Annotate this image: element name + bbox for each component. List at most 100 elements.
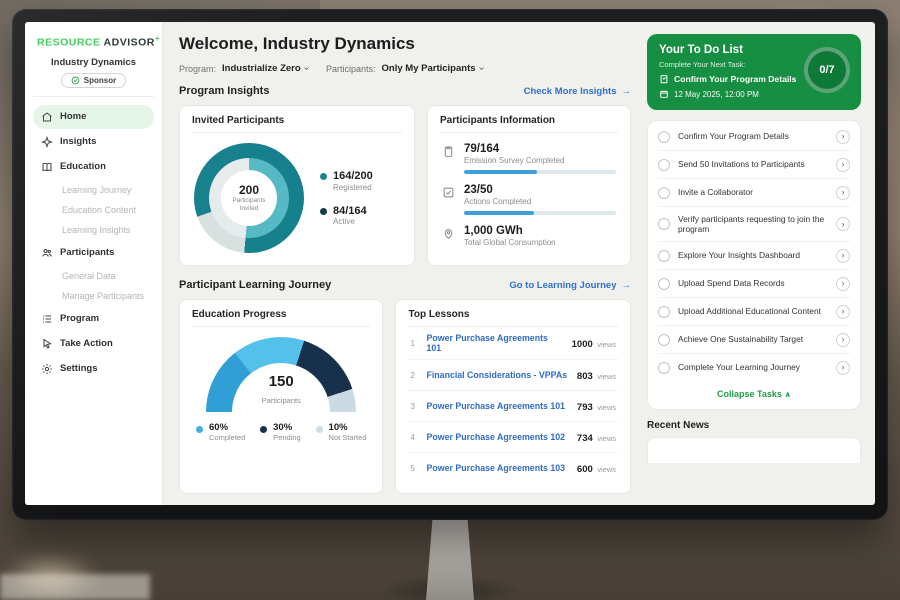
sidebar-item-settings[interactable]: Settings (33, 357, 154, 381)
lesson-link[interactable]: Power Purchase Agreements 101 (426, 333, 564, 353)
invited-donut-center: 200 Participants Invited (221, 170, 277, 226)
chevron-right-icon[interactable]: › (836, 217, 850, 231)
stat-global-consumption: 1,000 GWh Total Global Consumption (440, 215, 618, 247)
arrow-right-icon: → (622, 280, 632, 291)
sidebar-item-learning-journey[interactable]: Learning Journey (33, 180, 154, 200)
participants-select[interactable]: Only My Participants › (382, 63, 483, 74)
home-icon (41, 111, 53, 123)
todo-summary-card: Your To Do List 0/7 Complete Your Next T… (647, 34, 861, 110)
chevron-down-icon: › (301, 67, 312, 70)
sidebar-item-label: Participants (60, 247, 114, 258)
sidebar-item-program[interactable]: Program (33, 307, 154, 331)
sidebar-item-general-data[interactable]: General Data (33, 266, 154, 286)
task-checkbox[interactable] (658, 362, 670, 374)
sidebar: RESOURCE ADVISOR+ Industry Dynamics Spon… (25, 22, 163, 505)
task-row[interactable]: Achieve One Sustainability Target › (658, 326, 850, 354)
arrow-right-icon: → (622, 86, 632, 97)
calendar-icon (659, 89, 669, 99)
todo-progress-ring: 0/7 (804, 47, 850, 93)
lesson-link[interactable]: Power Purchase Agreements 103 (426, 463, 569, 473)
actions-progress-bar (464, 211, 616, 215)
lesson-link[interactable]: Power Purchase Agreements 102 (426, 432, 569, 442)
legend-item-not-started: 10% Not Started (316, 423, 367, 442)
task-checkbox[interactable] (658, 159, 670, 171)
sidebar-item-label: Settings (60, 363, 97, 374)
sidebar-item-label: Insights (60, 136, 96, 147)
task-checkbox[interactable] (658, 131, 670, 143)
sidebar-item-label: Education (60, 161, 106, 172)
lesson-link[interactable]: Financial Considerations - VPPAs (426, 370, 569, 380)
monitor-stand (426, 516, 474, 600)
chevron-right-icon[interactable]: › (836, 333, 850, 347)
pending-dot-icon (260, 426, 267, 433)
task-checkbox[interactable] (658, 218, 670, 230)
stat-actions-completed: 23/50 Actions Completed (440, 174, 618, 215)
sidebar-item-insights[interactable]: Insights (33, 130, 154, 154)
sidebar-item-manage-participants[interactable]: Manage Participants (33, 286, 154, 306)
sidebar-item-home[interactable]: Home (33, 105, 154, 129)
sponsor-check-icon (71, 76, 80, 85)
task-row[interactable]: Verify participants requesting to join t… (658, 207, 850, 242)
task-checkbox[interactable] (658, 187, 670, 199)
chevron-right-icon[interactable]: › (836, 305, 850, 319)
sidebar-item-learning-insights[interactable]: Learning Insights (33, 220, 154, 240)
lesson-row: 5 Power Purchase Agreements 103 600 view… (408, 453, 618, 483)
task-row[interactable]: Invite a Collaborator › (658, 179, 850, 207)
education-progress-card: Education Progress 150 Participants (179, 299, 383, 494)
emission-progress-bar (464, 170, 616, 174)
task-checkbox[interactable] (658, 306, 670, 318)
sidebar-item-education[interactable]: Education (33, 155, 154, 179)
task-row[interactable]: Confirm Your Program Details › (658, 123, 850, 151)
chevron-right-icon[interactable]: › (836, 361, 850, 375)
legend-item-completed: 60% Completed (196, 423, 245, 442)
invited-count-label: Participants Invited (229, 197, 269, 212)
sidebar-item-education-content[interactable]: Education Content (33, 200, 154, 220)
task-checkbox[interactable] (658, 278, 670, 290)
card-title: Participants Information (440, 115, 618, 133)
lesson-link[interactable]: Power Purchase Agreements 101 (426, 401, 569, 411)
monitor-bezel: RESOURCE ADVISOR+ Industry Dynamics Spon… (12, 9, 888, 520)
invited-donut-inner-ring: 200 Participants Invited (209, 158, 289, 238)
participants-filter-label: Participants: (326, 64, 376, 74)
checklist-icon (442, 186, 455, 199)
task-row[interactable]: Complete Your Learning Journey › (658, 354, 850, 381)
sidebar-item-label: Program (60, 313, 99, 324)
task-row[interactable]: Explore Your Insights Dashboard › (658, 242, 850, 270)
go-to-learning-journey-link[interactable]: Go to Learning Journey → (509, 280, 631, 291)
participants-information-card: Participants Information 79/164 Emission… (427, 105, 631, 266)
app-logo[interactable]: RESOURCE ADVISOR+ (31, 32, 156, 55)
sidebar-item-take-action[interactable]: Take Action (33, 332, 154, 356)
desk-object (0, 574, 150, 600)
task-row[interactable]: Upload Additional Educational Content › (658, 298, 850, 326)
chevron-up-icon: ∧ (784, 390, 791, 399)
todo-next-task[interactable]: Confirm Your Program Details (659, 74, 809, 84)
task-checkbox[interactable] (658, 250, 670, 262)
chevron-right-icon[interactable]: › (836, 158, 850, 172)
top-lessons-card: Top Lessons 1 Power Purchase Agreements … (395, 299, 631, 494)
program-select[interactable]: Industrialize Zero › (222, 63, 308, 74)
registered-dot-icon (320, 173, 327, 180)
sponsor-badge-label: Sponsor (84, 76, 116, 85)
chevron-right-icon[interactable]: › (836, 277, 850, 291)
collapse-tasks-button[interactable]: Collapse Tasks ∧ (658, 381, 850, 407)
people-icon (41, 247, 53, 259)
logo-text-secondary: ADVISOR (104, 37, 155, 49)
task-row[interactable]: Upload Spend Data Records › (658, 270, 850, 298)
chevron-right-icon[interactable]: › (836, 130, 850, 144)
chevron-right-icon[interactable]: › (836, 186, 850, 200)
program-filter-label: Program: (179, 64, 216, 74)
logo-plus: + (155, 34, 160, 43)
todo-list-card: Confirm Your Program Details › Send 50 I… (647, 120, 861, 410)
task-checkbox[interactable] (658, 334, 670, 346)
invited-count: 200 (239, 183, 259, 197)
sidebar-item-participants[interactable]: Participants (33, 241, 154, 265)
legend-item-registered: 164/200 Registered (320, 170, 373, 191)
section-title: Program Insights (179, 85, 269, 97)
check-more-insights-link[interactable]: Check More Insights → (524, 86, 631, 97)
participants-select-value: Only My Participants (382, 63, 476, 74)
filter-bar: Program: Industrialize Zero › Participan… (179, 63, 631, 74)
task-row[interactable]: Send 50 Invitations to Participants › (658, 151, 850, 179)
page-title: Welcome, Industry Dynamics (179, 34, 631, 54)
education-legend: 60% Completed 30% Pending (192, 413, 370, 442)
chevron-right-icon[interactable]: › (836, 249, 850, 263)
